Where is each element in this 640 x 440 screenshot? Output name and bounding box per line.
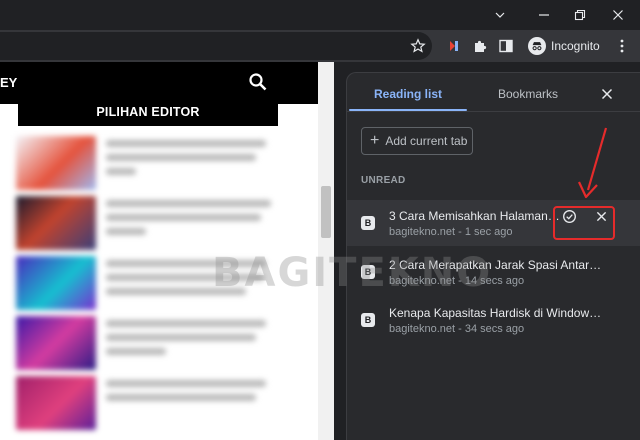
plus-icon: + xyxy=(370,132,380,149)
title-bar xyxy=(0,0,640,30)
section-label-unread: UNREAD xyxy=(361,175,406,186)
reading-list-item[interactable]: B 3 Cara Memisahkan Halaman ... bagitekn… xyxy=(347,200,640,246)
add-current-tab-button[interactable]: + Add current tab xyxy=(361,127,473,155)
reading-list-item-meta: bagitekno.net - 1 sec ago xyxy=(389,226,513,238)
list-item[interactable] xyxy=(16,196,286,254)
watermark: BAGITEKNO xyxy=(212,250,493,296)
extension-button[interactable] xyxy=(444,36,464,56)
tab-reading-list[interactable]: Reading list xyxy=(349,87,467,109)
bookmark-star-button[interactable] xyxy=(408,36,428,56)
list-item[interactable] xyxy=(16,316,286,374)
reading-list-item-meta: bagitekno.net - 34 secs ago xyxy=(389,323,525,335)
chevron-down-icon xyxy=(495,12,505,18)
close-icon xyxy=(596,211,606,221)
extension-logo-icon xyxy=(450,41,458,51)
scroll-thumb[interactable] xyxy=(321,186,331,238)
side-panel-icon xyxy=(499,39,513,53)
search-icon[interactable] xyxy=(248,72,268,92)
browser-menu-button[interactable] xyxy=(612,36,632,56)
reading-list-item[interactable]: B Kenapa Kapasitas Hardisk di Windows Ti… xyxy=(347,297,640,343)
extensions-menu-button[interactable] xyxy=(470,36,490,56)
restore-icon xyxy=(574,9,586,21)
side-panel-close-button[interactable] xyxy=(598,85,616,103)
puzzle-icon xyxy=(475,40,487,52)
browser-toolbar: Incognito xyxy=(0,30,640,62)
kebab-menu-icon xyxy=(620,39,624,53)
tab-search-button[interactable] xyxy=(478,0,522,30)
remove-item-button[interactable] xyxy=(593,208,609,224)
mark-as-read-button[interactable] xyxy=(561,208,577,224)
incognito-icon xyxy=(528,37,546,55)
side-panel-button[interactable] xyxy=(496,36,516,56)
minimize-icon xyxy=(539,14,549,16)
tab-bookmarks[interactable]: Bookmarks xyxy=(469,87,587,109)
address-bar[interactable] xyxy=(0,32,432,60)
site-favicon-icon: B xyxy=(361,313,375,327)
site-favicon-icon: B xyxy=(361,216,375,230)
site-brand: EY xyxy=(0,75,18,90)
reading-list-item-title: 3 Cara Memisahkan Halaman ... xyxy=(389,209,561,223)
star-icon xyxy=(410,38,426,53)
close-icon xyxy=(601,88,613,100)
close-icon xyxy=(613,10,623,20)
check-circle-icon xyxy=(562,209,576,223)
profile-label: Incognito xyxy=(551,39,600,53)
list-item[interactable] xyxy=(16,136,286,194)
reading-list-item-title: Kenapa Kapasitas Hardisk di Windows Ti..… xyxy=(389,306,603,320)
window-close-button[interactable] xyxy=(596,0,640,30)
add-current-tab-label: Add current tab xyxy=(385,134,468,148)
list-item[interactable] xyxy=(16,376,286,434)
incognito-profile-button[interactable]: Incognito xyxy=(524,34,608,58)
editor-pick-heading: PILIHAN EDITOR xyxy=(18,98,278,126)
